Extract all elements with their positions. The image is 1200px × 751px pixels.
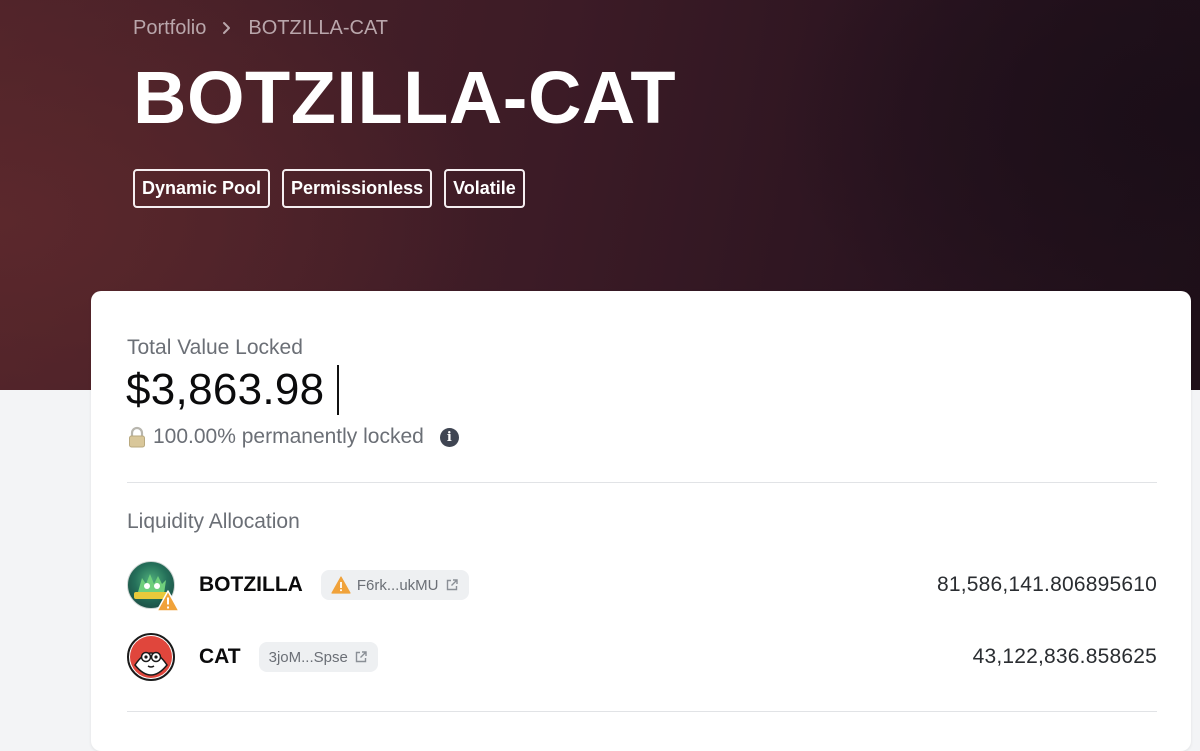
token-address-link[interactable]: 3joM...Spse <box>258 642 378 672</box>
token-address: F6rk...ukMU <box>356 576 439 594</box>
tvl-value: $3,863.98 <box>126 365 325 414</box>
lock-icon <box>129 426 145 448</box>
token-name: BOTZILLA <box>199 573 303 596</box>
chevron-right-icon <box>223 22 231 34</box>
divider <box>127 482 1157 483</box>
liquidity-allocation-label: Liquidity Allocation <box>127 510 300 533</box>
cat-logo-icon <box>130 636 172 678</box>
token-row-botzilla: BOTZILLA F6rk...ukMU 81,586,141.80689561… <box>127 560 1157 612</box>
text-cursor <box>337 365 339 415</box>
pool-summary-card: Total Value Locked $3,863.98 100.00% per… <box>91 291 1191 751</box>
token-amount: 81,586,141.806895610 <box>936 573 1157 596</box>
tag-dynamic-pool[interactable]: Dynamic Pool <box>133 169 271 208</box>
token-row-cat: CAT 3joM...Spse 43,122,836.858625 <box>127 632 1157 682</box>
tvl-label: Total Value Locked <box>127 336 303 359</box>
lock-status: 100.00% permanently locked i <box>127 425 459 449</box>
page-title: BOTZILLA-CAT <box>133 56 677 139</box>
tag-volatile[interactable]: Volatile <box>444 169 525 208</box>
token-name: CAT <box>199 645 241 668</box>
divider <box>127 711 1157 712</box>
breadcrumb: Portfolio BOTZILLA-CAT <box>133 16 388 40</box>
breadcrumb-current: BOTZILLA-CAT <box>248 16 389 39</box>
info-icon[interactable]: i <box>439 427 459 447</box>
external-link-icon <box>355 651 367 663</box>
token-address: 3joM...Spse <box>268 648 348 666</box>
locked-percentage-text: 100.00% permanently locked <box>153 425 424 448</box>
warning-icon <box>331 576 351 594</box>
token-address-link[interactable]: F6rk...ukMU <box>320 570 469 600</box>
tag-permissionless[interactable]: Permissionless <box>282 169 433 208</box>
token-amount: 43,122,836.858625 <box>972 645 1157 668</box>
botzilla-token-avatar <box>127 561 180 612</box>
pool-tags: Dynamic Pool Permissionless Volatile <box>133 169 525 208</box>
warning-badge-icon <box>156 590 180 612</box>
external-link-icon <box>446 579 458 591</box>
breadcrumb-portfolio-link[interactable]: Portfolio <box>133 17 206 40</box>
cat-token-avatar <box>127 633 175 681</box>
